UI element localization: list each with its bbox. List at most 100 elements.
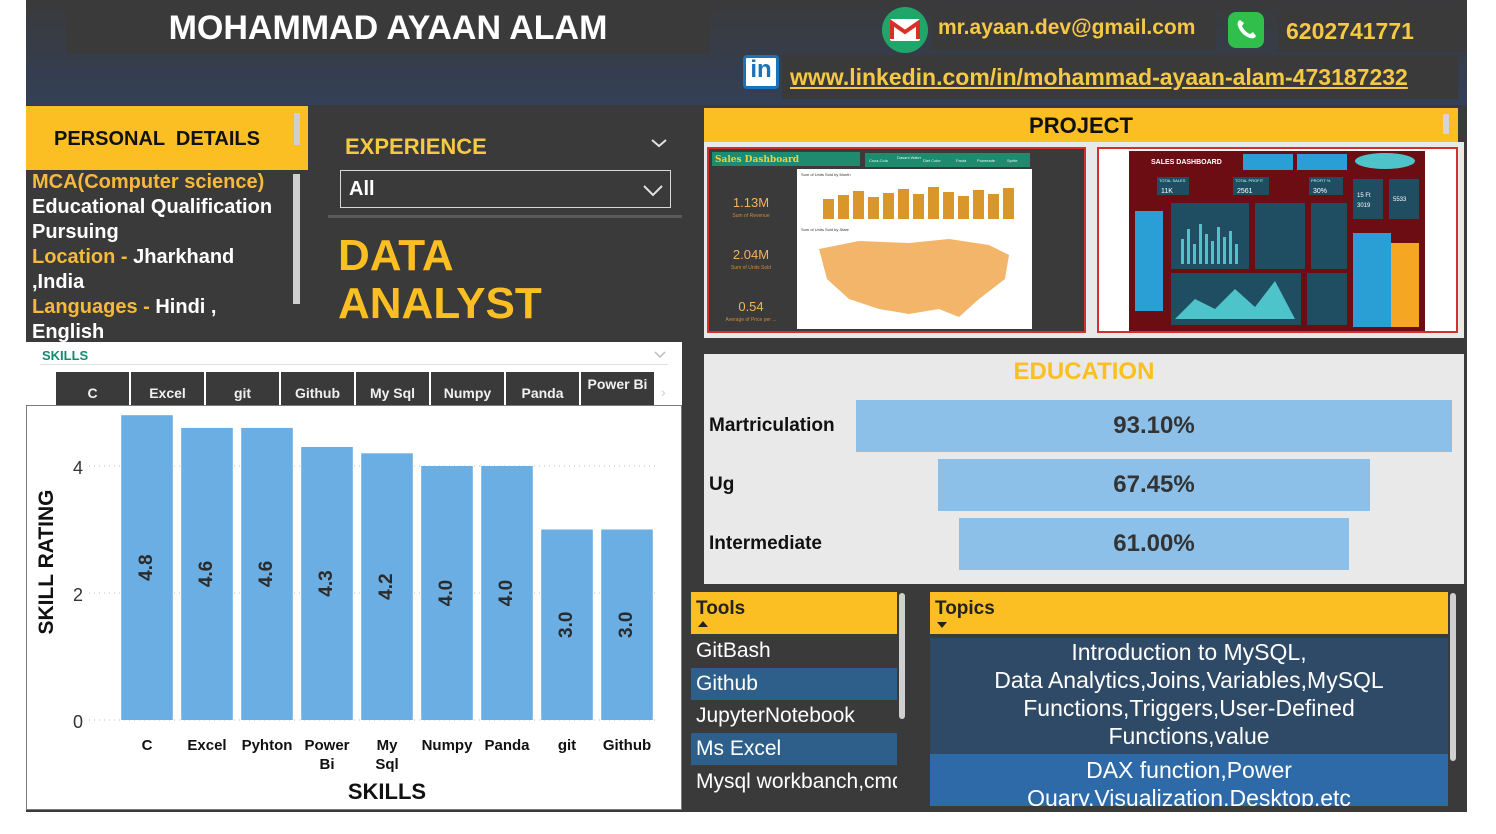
thumb1-tab-6: Sprite bbox=[1007, 158, 1018, 163]
bar-value-label: 4.0 bbox=[436, 580, 457, 606]
personal-details-scrollbar-top[interactable] bbox=[294, 113, 300, 145]
education-value: 61.00% bbox=[1113, 530, 1195, 557]
tool-row[interactable]: Github bbox=[691, 668, 897, 700]
personal-details-header: PERSONAL DETAILS bbox=[26, 106, 308, 170]
thumb1-tab-2: Dasani Water bbox=[897, 155, 922, 160]
project-scrollbar[interactable] bbox=[1443, 114, 1449, 134]
tool-row[interactable]: GitBash bbox=[691, 635, 897, 667]
degree-text: MCA(Computer science) bbox=[32, 171, 265, 193]
thumb1-chart2-title: Sum of Units Sold by State bbox=[801, 227, 850, 232]
sort-down-icon[interactable] bbox=[937, 622, 947, 628]
project-title: PROJECT bbox=[1029, 113, 1133, 138]
topic-row[interactable]: Introduction to MySQL, Data Analytics,Jo… bbox=[930, 638, 1448, 754]
location-value-2: ,India bbox=[32, 271, 85, 293]
personal-details-scrollbar[interactable] bbox=[293, 174, 300, 304]
x-tick-label: git bbox=[558, 737, 576, 754]
skill-chip-numpy[interactable]: Numpy bbox=[431, 372, 504, 406]
skills-chart: 0 2 4 SKILL RATING SKILLS 4.8 C 4.6 Excel 4.6 Pyht… bbox=[26, 405, 682, 810]
email-link[interactable]: mr.ayaan.dev@gmail.com bbox=[932, 8, 1216, 50]
bar-value-label: 4.6 bbox=[196, 561, 217, 587]
skills-slicer-title: SKILLS bbox=[42, 348, 89, 363]
location-value: Jharkhand bbox=[133, 246, 235, 268]
bar-value-label: 3.0 bbox=[556, 612, 577, 638]
project-thumbnail-sales-dashboard[interactable]: Sales Dashboard Coca-Cola Dasani Water D… bbox=[707, 147, 1086, 333]
tools-header[interactable]: Tools bbox=[691, 592, 897, 634]
x-tick-label: My bbox=[377, 737, 398, 754]
education-label: Martriculation bbox=[709, 415, 835, 436]
dropdown-chevron-icon bbox=[643, 185, 663, 197]
linkedin-icon[interactable]: in bbox=[743, 55, 779, 89]
thumb1-kpi-units-label: Sum of Units Sold bbox=[731, 265, 771, 271]
skill-chip-github[interactable]: Github bbox=[281, 372, 354, 406]
skill-chip-c[interactable]: C bbox=[56, 372, 129, 406]
thumb2-kpi-sales: 11K bbox=[1161, 188, 1173, 195]
education-value: 93.10% bbox=[1113, 412, 1195, 439]
role-line2: ANALYST bbox=[338, 279, 542, 328]
experience-dropdown[interactable]: All bbox=[340, 170, 671, 208]
personal-details-body: MCA(Computer science) Educational Qualif… bbox=[26, 170, 308, 342]
experience-selected-value: All bbox=[349, 178, 375, 200]
candidate-name: MOHAMMAD AYAAN ALAM bbox=[66, 2, 710, 54]
y-axis-title: SKILL RATING bbox=[35, 489, 58, 634]
linkedin-link[interactable]: www.linkedin.com/in/mohammad-ayaan-alam-… bbox=[782, 55, 1458, 99]
thumb2-side-kpi-1: 15 Ft bbox=[1357, 193, 1371, 199]
education-label: Ug bbox=[709, 474, 735, 495]
tool-row[interactable]: JupyterNotebook bbox=[691, 700, 897, 732]
x-tick-label: Bi bbox=[320, 756, 335, 773]
sort-up-icon[interactable] bbox=[698, 621, 708, 627]
topic-line: Functions,Triggers,User-Defined bbox=[1023, 695, 1355, 721]
topic-line: Introduction to MySQL, bbox=[1071, 639, 1307, 665]
x-tick-label: Pyhton bbox=[242, 737, 293, 754]
thumb2-kpi-profit: 2561 bbox=[1237, 188, 1253, 195]
y-tick-label: 2 bbox=[73, 585, 83, 605]
bar-value-label: 4.6 bbox=[256, 561, 277, 587]
thumb1-kpi-units: 2.04M bbox=[733, 247, 769, 262]
skill-chip-mysql[interactable]: My Sql bbox=[356, 372, 429, 406]
qualification-line1: Educational Qualification bbox=[32, 196, 273, 218]
personal-details-title: PERSONAL DETAILS bbox=[54, 128, 260, 150]
role-line1: DATA bbox=[338, 231, 454, 280]
skills-bar-chart-svg: 0 2 4 SKILL RATING SKILLS 4.8 C 4.6 Excel 4.6 Pyht… bbox=[35, 415, 657, 804]
thumb1-kpi-revenue: 1.13M bbox=[733, 195, 769, 210]
y-tick-label: 0 bbox=[73, 712, 83, 732]
gmail-icon[interactable] bbox=[882, 7, 928, 53]
topics-scrollbar[interactable] bbox=[1450, 593, 1456, 761]
thumb2-side-kpi-3: 5533 bbox=[1393, 197, 1407, 203]
topics-header[interactable]: Topics bbox=[930, 592, 1448, 634]
thumb2-side-kpi-2: 3019 bbox=[1357, 203, 1371, 209]
phone-number[interactable]: 6202741771 bbox=[1278, 10, 1466, 52]
skill-chip-excel[interactable]: Excel bbox=[131, 372, 204, 406]
project-thumbnail-sales-dashboard-2[interactable]: SALES DASHBOARD 11K 2561 30% TOTAL SALES… bbox=[1097, 147, 1458, 333]
phone-icon[interactable] bbox=[1228, 12, 1264, 48]
x-tick-label: Panda bbox=[484, 737, 530, 754]
thumb1-kpi-revenue-label: Sum of Revenue bbox=[732, 213, 769, 219]
skill-chip-git[interactable]: git bbox=[206, 372, 279, 406]
thumb2-kpi-profit-pct-label: PROFIT % bbox=[1311, 178, 1331, 183]
tools-title: Tools bbox=[696, 598, 746, 619]
x-axis-title: SKILLS bbox=[348, 779, 426, 804]
tools-scrollbar[interactable] bbox=[899, 593, 905, 719]
bar-value-label: 4.0 bbox=[496, 580, 517, 606]
thumb1-kpi-price-label: Average of Price per ... bbox=[725, 317, 776, 323]
education-value: 67.45% bbox=[1113, 471, 1195, 498]
tool-row[interactable]: Ms Excel bbox=[691, 733, 897, 765]
x-tick-label: C bbox=[142, 737, 153, 754]
x-tick-label: Excel bbox=[187, 737, 226, 754]
bar-value-label: 3.0 bbox=[616, 612, 637, 638]
bar-value-label: 4.2 bbox=[376, 573, 397, 599]
chevron-down-icon[interactable] bbox=[654, 350, 666, 360]
thumb1-tab-1: Coca-Cola bbox=[869, 158, 889, 163]
tool-row[interactable]: Mysql workbanch,cmd bbox=[691, 766, 897, 802]
topic-row[interactable]: DAX function,Power Quary,Visualization,D… bbox=[930, 754, 1448, 806]
experience-title: EXPERIENCE bbox=[345, 134, 487, 159]
chevron-right-icon[interactable]: › bbox=[661, 384, 666, 400]
thumb1-chart1-title: Sum of Units Sold by Month bbox=[801, 172, 851, 177]
topic-line: Functions,value bbox=[1108, 723, 1270, 749]
thumb2-header: SALES DASHBOARD bbox=[1151, 159, 1222, 166]
skill-chip-panda[interactable]: Panda bbox=[506, 372, 579, 406]
chevron-down-icon[interactable] bbox=[650, 134, 668, 152]
languages-value: Hindi , bbox=[155, 296, 217, 318]
skill-chip-powerbi[interactable]: Power Bi bbox=[581, 372, 654, 406]
x-tick-label: Numpy bbox=[422, 737, 473, 754]
thumb2-kpi-sales-label: TOTAL SALES bbox=[1159, 178, 1186, 183]
